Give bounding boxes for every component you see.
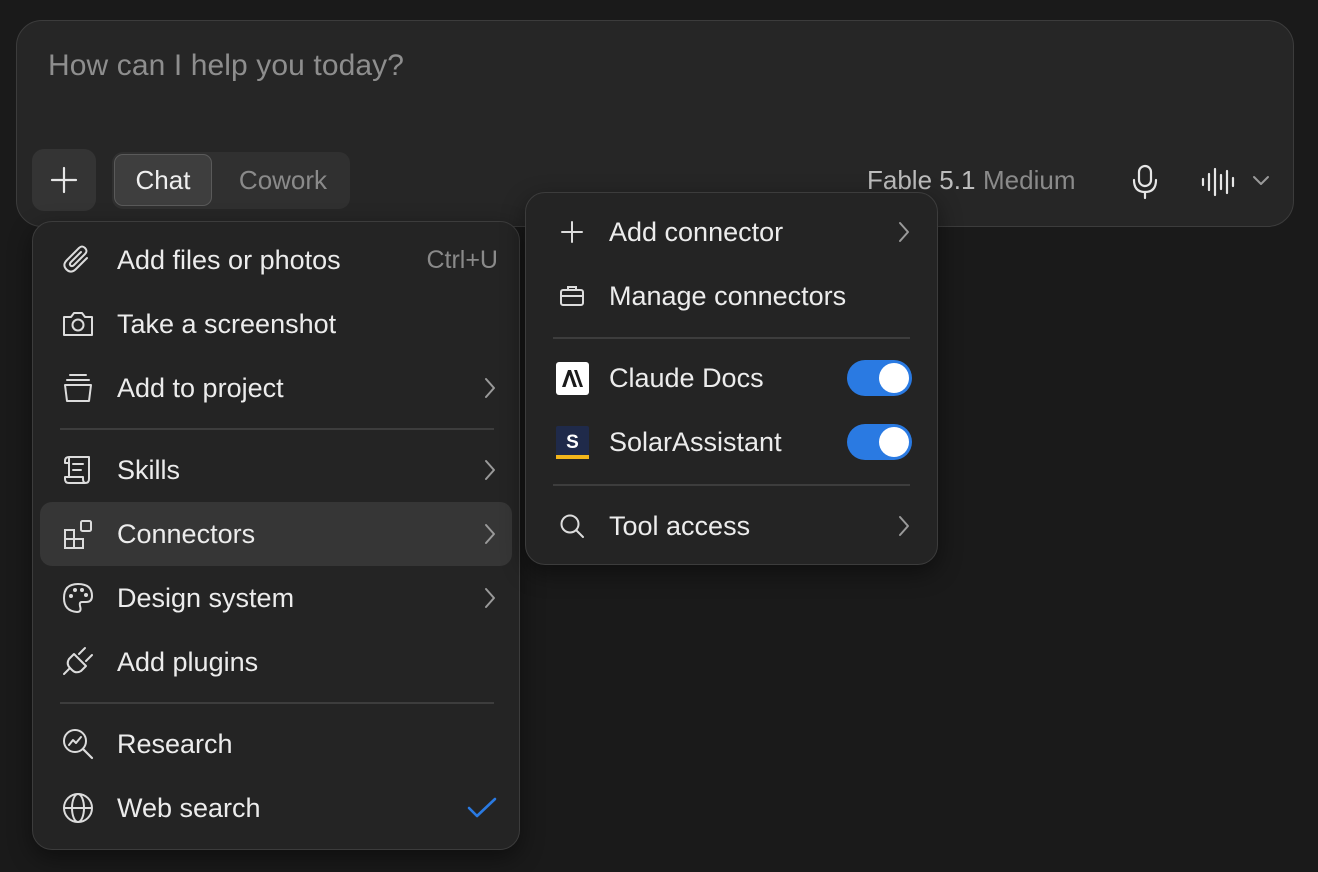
menu-item-label: Research: [117, 728, 233, 759]
menu-item-add-files[interactable]: Add files or photos Ctrl+U: [40, 228, 512, 292]
connectors-submenu: Add connector Manage connectors Claude D…: [525, 192, 938, 565]
toggle-knob: [879, 427, 909, 457]
menu-item-take-screenshot[interactable]: Take a screenshot: [40, 292, 512, 356]
menu-item-label: Take a screenshot: [117, 308, 337, 339]
menu-item-add-connector[interactable]: Add connector: [538, 200, 926, 264]
menu-item-web-search[interactable]: Web search: [40, 776, 512, 840]
claude-docs-toggle[interactable]: [847, 360, 912, 396]
menu-item-label: Add to project: [117, 372, 284, 403]
svg-text:S: S: [566, 432, 579, 453]
solarassistant-logo-icon: S: [554, 424, 590, 460]
menu-item-add-plugins[interactable]: Add plugins: [40, 630, 512, 694]
menu-item-research[interactable]: Research: [40, 712, 512, 776]
attach-menu: Add files or photos Ctrl+U Take a screen…: [32, 221, 520, 850]
menu-item-label: Add files or photos: [117, 244, 341, 275]
chevron-right-icon: [896, 220, 912, 244]
menu-item-skills[interactable]: Skills: [40, 438, 512, 502]
voice-mode-icon[interactable]: [1200, 166, 1236, 198]
mode-cowork-tab[interactable]: Cowork: [224, 154, 342, 206]
menu-divider: [553, 337, 910, 339]
menu-item-label: Design system: [117, 582, 295, 613]
checkmark-icon: [466, 795, 498, 821]
chevron-right-icon: [482, 458, 498, 482]
chevron-right-icon: [482, 522, 498, 546]
chevron-right-icon: [482, 586, 498, 610]
connector-solarassistant: S SolarAssistant: [538, 410, 926, 474]
paperclip-icon: [60, 242, 96, 278]
chevron-right-icon: [482, 376, 498, 400]
menu-item-add-to-project[interactable]: Add to project: [40, 356, 512, 420]
plus-icon: [554, 214, 590, 250]
prompt-input[interactable]: How can I help you today?: [48, 49, 404, 83]
microphone-icon[interactable]: [1130, 164, 1160, 200]
menu-divider: [553, 484, 910, 486]
menu-item-label: SolarAssistant: [609, 426, 782, 457]
model-selector-effort[interactable]: Medium: [983, 165, 1075, 196]
camera-icon: [60, 306, 96, 342]
research-icon: [60, 726, 96, 762]
menu-item-label: Claude Docs: [609, 362, 764, 393]
menu-item-label: Connectors: [117, 518, 256, 549]
plug-icon: [60, 644, 96, 680]
anthropic-logo-icon: [554, 360, 590, 396]
connectors-icon: [60, 516, 96, 552]
globe-icon: [60, 790, 96, 826]
menu-item-design-system[interactable]: Design system: [40, 566, 512, 630]
plus-icon: [50, 166, 78, 194]
toggle-knob: [879, 363, 909, 393]
menu-item-label: Manage connectors: [609, 280, 847, 311]
menu-item-label: Web search: [117, 792, 261, 823]
menu-item-label: Add connector: [609, 216, 784, 247]
menu-item-label: Tool access: [609, 510, 751, 541]
menu-item-label: Add plugins: [117, 646, 259, 677]
briefcase-icon: [554, 278, 590, 314]
connector-claude-docs: Claude Docs: [538, 346, 926, 410]
chevron-down-icon[interactable]: [1251, 173, 1271, 187]
menu-item-manage-connectors[interactable]: Manage connectors: [538, 264, 926, 328]
search-icon: [554, 508, 590, 544]
menu-item-tool-access[interactable]: Tool access: [538, 494, 926, 558]
solarassistant-toggle[interactable]: [847, 424, 912, 460]
palette-icon: [60, 580, 96, 616]
menu-divider: [60, 428, 494, 430]
menu-item-label: Skills: [117, 454, 181, 485]
toggle-switch[interactable]: [847, 424, 912, 460]
mode-switcher: Chat Cowork: [112, 152, 350, 209]
attach-button[interactable]: [32, 149, 96, 211]
toggle-switch[interactable]: [847, 360, 912, 396]
menu-item-connectors[interactable]: Connectors: [40, 502, 512, 566]
menu-divider: [60, 702, 494, 704]
scroll-icon: [60, 452, 96, 488]
project-icon: [60, 370, 96, 406]
chevron-right-icon: [896, 514, 912, 538]
mode-chat-tab[interactable]: Chat: [114, 154, 212, 206]
shortcut-hint: Ctrl+U: [426, 245, 498, 274]
